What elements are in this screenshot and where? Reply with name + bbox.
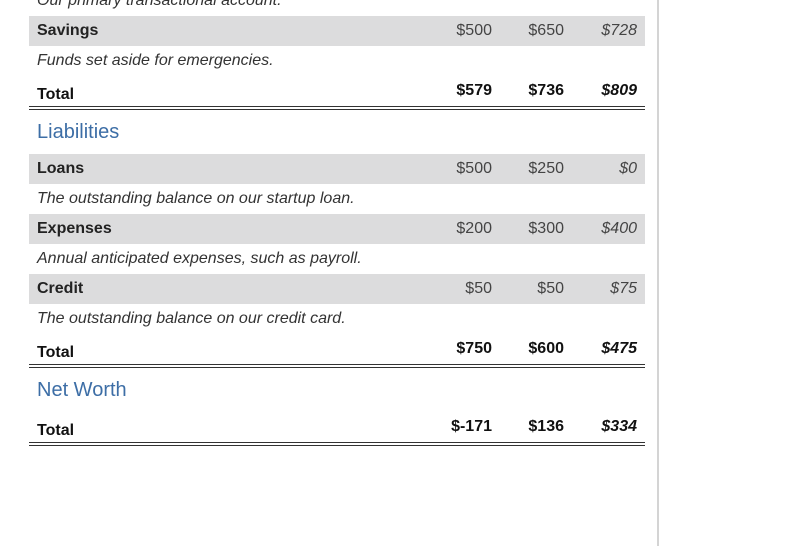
total-col-1: $-171 — [451, 418, 492, 435]
total-col-2: $136 — [528, 418, 564, 435]
balance-sheet-panel: Our primary transactional account. Savin… — [0, 0, 659, 546]
table-row-savings: Savings $500 $650 $728 — [29, 16, 645, 46]
row-label: Savings — [37, 22, 99, 39]
net-worth-total-row: Total $-171 $136 $334 — [29, 412, 645, 446]
value-col-3: $728 — [601, 22, 637, 39]
table-row-expenses: Expenses $200 $300 $400 — [29, 214, 645, 244]
value-col-3: $400 — [601, 220, 637, 237]
value-col-1: $200 — [456, 220, 492, 237]
row-label: Credit — [37, 280, 84, 297]
total-label: Total — [37, 344, 75, 361]
total-col-3: $475 — [601, 340, 637, 357]
liabilities-heading: Liabilities — [37, 121, 120, 143]
balance-sheet-table: Our primary transactional account. Savin… — [29, 0, 645, 446]
net-worth-heading: Net Worth — [37, 379, 127, 401]
row-label: Expenses — [37, 220, 112, 237]
value-col-2: $250 — [528, 160, 564, 177]
value-col-3: $75 — [610, 280, 637, 297]
table-row-credit: Credit $50 $50 $75 — [29, 274, 645, 304]
total-col-2: $736 — [528, 82, 564, 99]
value-col-2: $300 — [528, 220, 564, 237]
total-label: Total — [37, 86, 75, 103]
value-col-2: $50 — [537, 280, 564, 297]
value-col-2: $650 — [528, 22, 564, 39]
assets-total-row: Total $579 $736 $809 — [29, 76, 645, 110]
value-col-1: $50 — [465, 280, 492, 297]
liabilities-total-row: Total $750 $600 $475 — [29, 334, 645, 368]
total-label: Total — [37, 422, 75, 439]
value-col-3: $0 — [619, 160, 637, 177]
total-col-3: $809 — [601, 82, 637, 99]
total-col-3: $334 — [601, 418, 637, 435]
loans-description: The outstanding balance on our startup l… — [37, 190, 355, 207]
expenses-description: Annual anticipated expenses, such as pay… — [37, 250, 362, 267]
total-col-1: $579 — [456, 82, 492, 99]
savings-description: Funds set aside for emergencies. — [37, 52, 274, 69]
value-col-1: $500 — [456, 22, 492, 39]
table-row-loans: Loans $500 $250 $0 — [29, 154, 645, 184]
value-col-1: $500 — [456, 160, 492, 177]
row-label: Loans — [37, 160, 85, 177]
total-col-2: $600 — [528, 340, 564, 357]
total-col-1: $750 — [456, 340, 492, 357]
checking-description: Our primary transactional account. — [37, 0, 282, 9]
credit-description: The outstanding balance on our credit ca… — [37, 310, 346, 327]
